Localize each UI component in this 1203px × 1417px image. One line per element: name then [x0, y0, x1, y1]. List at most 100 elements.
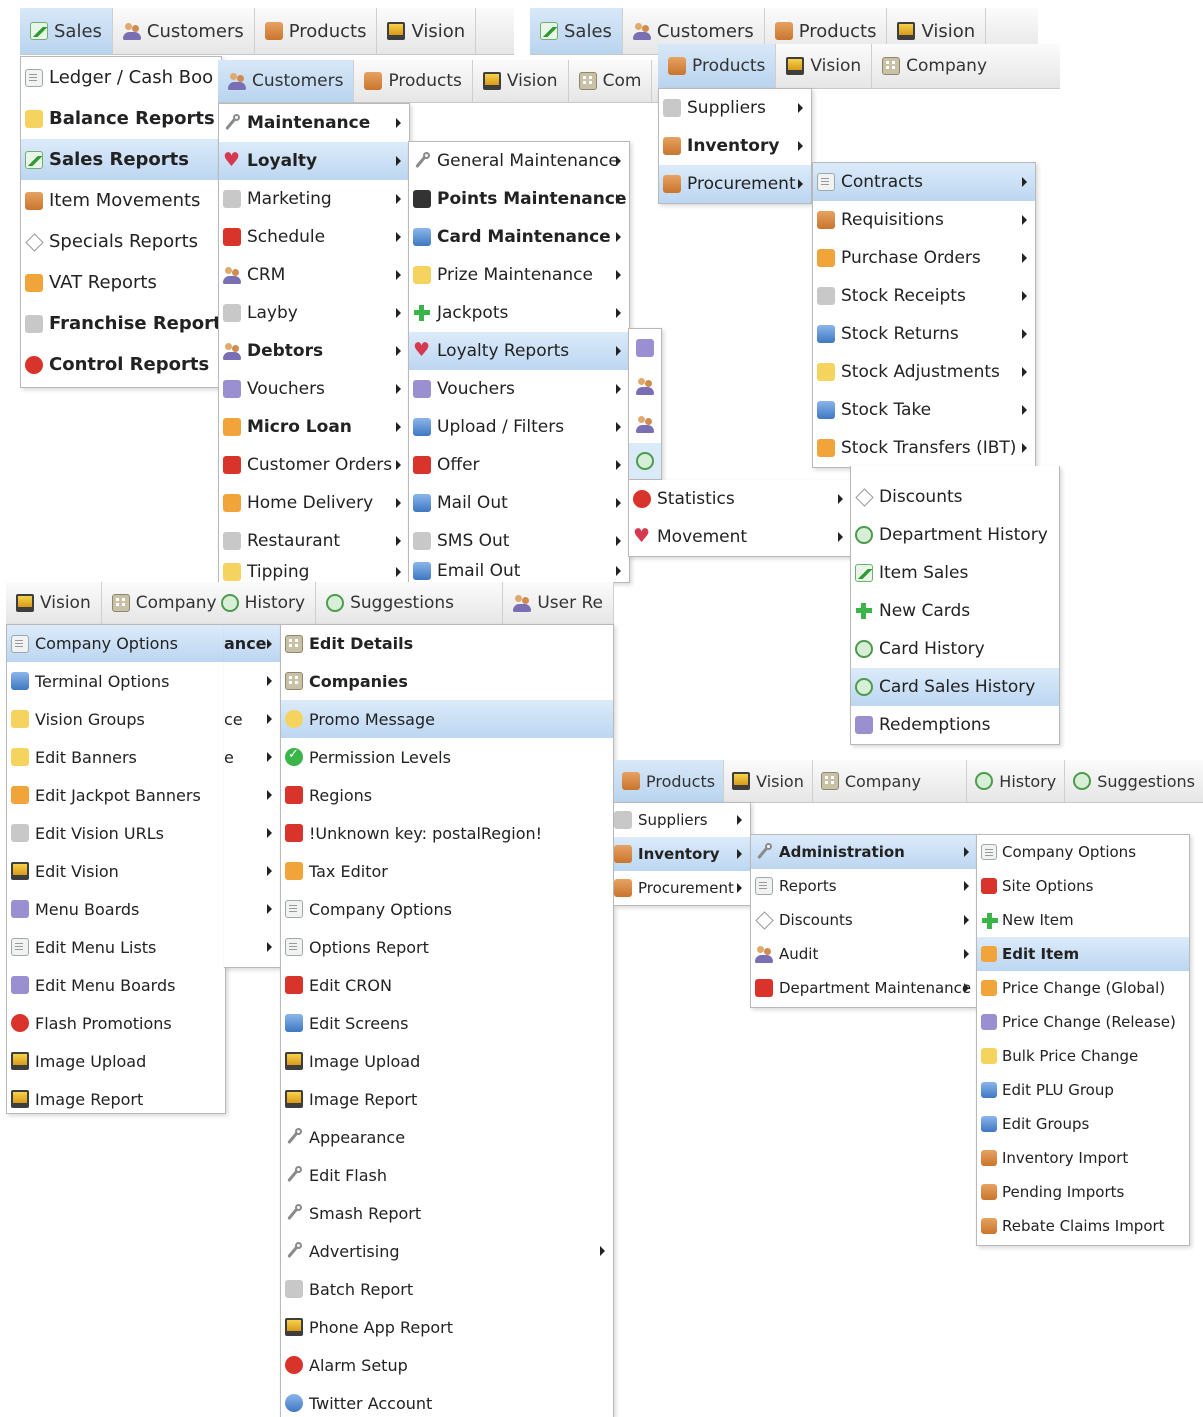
menu-item-crm[interactable]: CRM	[219, 256, 409, 294]
tab-user-reports[interactable]: User Re	[502, 582, 614, 624]
menu-item-postal-region[interactable]: !Unknown key: postalRegion!	[281, 814, 613, 852]
tab-products[interactable]: Products	[354, 60, 473, 102]
menu-item-redemptions[interactable]: Redemptions	[851, 706, 1059, 744]
menu-item-rebate-claims-import[interactable]: Rebate Claims Import	[977, 1209, 1189, 1243]
menu-item-partial[interactable]	[224, 776, 280, 814]
menu-item-partial[interactable]: ce	[224, 700, 280, 738]
menu-item-tax-editor[interactable]: Tax Editor	[281, 852, 613, 890]
menu-item-administration[interactable]: Administration	[751, 835, 977, 869]
tab-vision[interactable]: Vision	[473, 60, 569, 102]
menu-item-price-change-global[interactable]: Price Change (Global)	[977, 971, 1189, 1005]
menu-item-sales-reports[interactable]: Sales Reports	[21, 139, 221, 180]
tab-history[interactable]: History	[967, 760, 1066, 802]
menu-item-item-sales[interactable]: Item Sales	[851, 554, 1059, 592]
menu-item-edit-plu-group[interactable]: Edit PLU Group	[977, 1073, 1189, 1107]
menu-item-requisitions[interactable]: Requisitions	[813, 201, 1035, 239]
menu-item-menu-boards[interactable]: Menu Boards	[7, 890, 225, 928]
menu-item-flash-promotions[interactable]: Flash Promotions	[7, 1004, 225, 1042]
menu-item-schedule[interactable]: Schedule	[219, 218, 409, 256]
menu-item-general-maintenance[interactable]: General Maintenance	[409, 142, 629, 180]
menu-item-partial[interactable]	[224, 814, 280, 852]
menu-item-points-maintenance[interactable]: Points Maintenance	[409, 180, 629, 218]
menu-item-vouchers[interactable]: Vouchers	[219, 370, 409, 408]
menu-item-loyalty[interactable]: Loyalty	[219, 142, 409, 180]
menu-item-edit-details[interactable]: Edit Details	[281, 625, 613, 662]
menu-item-company-options[interactable]: Company Options	[281, 890, 613, 928]
menu-item-batch-report[interactable]: Batch Report	[281, 1270, 613, 1308]
tab-vision[interactable]: Vision	[724, 760, 813, 802]
tab-products[interactable]: Products	[255, 8, 378, 54]
tab-vision[interactable]: Vision	[377, 8, 477, 54]
menu-item-options-report[interactable]: Options Report	[281, 928, 613, 966]
menu-item-alarm-setup[interactable]: Alarm Setup	[281, 1346, 613, 1384]
menu-item-edit-vision-urls[interactable]: Edit Vision URLs	[7, 814, 225, 852]
menu-item-phone-app-report[interactable]: Phone App Report	[281, 1308, 613, 1346]
menu-item-edit-groups[interactable]: Edit Groups	[977, 1107, 1189, 1141]
menu-item-edit-banners[interactable]: Edit Banners	[7, 738, 225, 776]
menu-item-advertising[interactable]: Advertising	[281, 1232, 613, 1270]
menu-item-image-report[interactable]: Image Report	[281, 1080, 613, 1118]
menu-item-edit-item[interactable]: Edit Item	[977, 937, 1189, 971]
menu-item-balance-reports[interactable]: Balance Reports	[21, 98, 221, 139]
menu-item-marketing[interactable]: Marketing	[219, 180, 409, 218]
menu-item-stock-take[interactable]: Stock Take	[813, 391, 1035, 429]
menu-item-vat-reports[interactable]: VAT Reports	[21, 262, 221, 303]
menu-item-partial[interactable]	[224, 662, 280, 700]
tab-suggestions[interactable]: Suggestions	[316, 582, 502, 624]
menu-item-edit-jackpot-banners[interactable]: Edit Jackpot Banners	[7, 776, 225, 814]
tab-products[interactable]: Products	[614, 760, 725, 802]
menu-item-inventory-import[interactable]: Inventory Import	[977, 1141, 1189, 1175]
menu-item-image-report[interactable]: Image Report	[7, 1080, 225, 1113]
menu-item-suppliers[interactable]: Suppliers	[614, 803, 750, 837]
menu-item-offer[interactable]: Offer	[409, 446, 629, 484]
menu-item-layby[interactable]: Layby	[219, 294, 409, 332]
menu-item-appearance[interactable]: Appearance	[281, 1118, 613, 1156]
menu-item-partial[interactable]	[224, 928, 280, 966]
tab-company[interactable]: Com	[569, 60, 653, 102]
tab-sales[interactable]: Sales	[20, 8, 113, 54]
menu-item-movement[interactable]: Movement	[629, 518, 851, 556]
tab-vision[interactable]: Vision	[776, 44, 873, 88]
tab-customers[interactable]: Customers	[113, 8, 255, 54]
menu-item-regions[interactable]: Regions	[281, 776, 613, 814]
menu-item-discounts[interactable]: Discounts	[851, 478, 1059, 516]
menu-item-companies[interactable]: Companies	[281, 662, 613, 700]
menu-item-discounts[interactable]: Discounts	[751, 903, 977, 937]
menu-item-mail-out[interactable]: Mail Out	[409, 484, 629, 522]
menu-item-bulk-price-change[interactable]: Bulk Price Change	[977, 1039, 1189, 1073]
menu-item-edit-cron[interactable]: Edit CRON	[281, 966, 613, 1004]
menu-item-upload-filters[interactable]: Upload / Filters	[409, 408, 629, 446]
menu-item-sms-out[interactable]: SMS Out	[409, 522, 629, 560]
menu-item-twitter-account[interactable]: Twitter Account	[281, 1384, 613, 1417]
menu-item-company-options[interactable]: Company Options	[7, 625, 225, 662]
menu-item-department-history[interactable]: Department History	[851, 516, 1059, 554]
menu-item-card-sales-history[interactable]: Card Sales History	[851, 668, 1059, 706]
menu-item-audit[interactable]: Audit	[751, 937, 977, 971]
tab-company[interactable]: Company	[872, 44, 997, 88]
menu-item-micro-loan[interactable]: Micro Loan	[219, 408, 409, 446]
menu-item-maintenance-partial[interactable]: ance	[224, 625, 280, 662]
menu-item-stock-returns[interactable]: Stock Returns	[813, 315, 1035, 353]
menu-item-partial[interactable]	[224, 852, 280, 890]
menu-item-card-maintenance[interactable]: Card Maintenance	[409, 218, 629, 256]
menu-item-specials-reports[interactable]: Specials Reports	[21, 221, 221, 262]
menu-item-franchise-report[interactable]: Franchise Report	[21, 303, 221, 344]
menu-item-purchase-orders[interactable]: Purchase Orders	[813, 239, 1035, 277]
tab-suggestions[interactable]: Suggestions	[1065, 760, 1203, 802]
menu-item-statistics[interactable]: Statistics	[629, 480, 851, 518]
menu-item-ledger-cash-book[interactable]: Ledger / Cash Boo	[21, 57, 221, 98]
menu-item-vision-groups[interactable]: Vision Groups	[7, 700, 225, 738]
menu-item-item-movements[interactable]: Item Movements	[21, 180, 221, 221]
tab-products[interactable]: Products	[658, 44, 777, 88]
menu-item-edit-menu-boards[interactable]: Edit Menu Boards	[7, 966, 225, 1004]
menu-item-loyalty-reports[interactable]: Loyalty Reports	[409, 332, 629, 370]
menu-item-department-maintenance[interactable]: Department Maintenance	[751, 971, 977, 1005]
menu-item-tipping[interactable]: Tipping	[219, 560, 409, 582]
menu-item-email-out[interactable]: Email Out	[409, 560, 629, 582]
tab-sales[interactable]: Sales	[530, 8, 623, 54]
menu-item-debtors[interactable]: Debtors	[219, 332, 409, 370]
menu-item-card-history[interactable]: Card History	[851, 630, 1059, 668]
menu-item-price-change-release[interactable]: Price Change (Release)	[977, 1005, 1189, 1039]
menu-item-procurement[interactable]: Procurement	[659, 165, 811, 203]
menu-item-stock-transfers[interactable]: Stock Transfers (IBT)	[813, 429, 1035, 467]
